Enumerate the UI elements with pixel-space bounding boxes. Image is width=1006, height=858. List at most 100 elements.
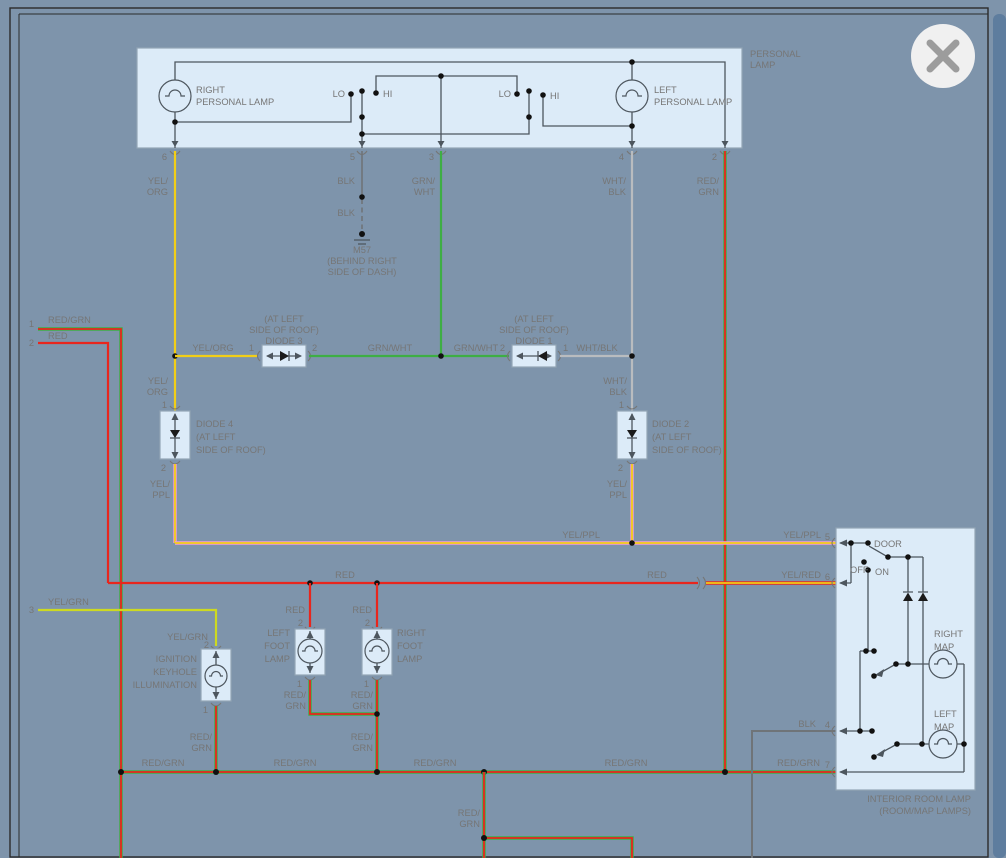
wire-label: WHT/BLK xyxy=(576,343,618,353)
circuit-number: 3 xyxy=(29,605,34,615)
junction-dot xyxy=(438,73,444,79)
vertical-scrollbar[interactable] xyxy=(993,14,1006,858)
ignition-label: KEYHOLE xyxy=(153,667,197,677)
diode1-location: SIDE OF ROOF) xyxy=(499,325,569,335)
interior-room-lamp-caption: (ROOM/MAP LAMPS) xyxy=(879,806,971,816)
personal-lamp-box-label: LAMP xyxy=(750,60,775,70)
junction-dot xyxy=(526,88,532,94)
pin-number: 3 xyxy=(429,152,434,162)
left-map-label: MAP xyxy=(934,722,954,732)
ground-symbol xyxy=(359,231,365,237)
right-foot-label: LAMP xyxy=(397,654,422,664)
circuit-number: 1 xyxy=(29,319,34,329)
junction-dot xyxy=(629,123,635,129)
junction-dot xyxy=(118,769,124,775)
diode2-location: SIDE OF ROOF) xyxy=(652,445,722,455)
wire-label: GRN xyxy=(459,819,480,829)
wire-label: RED/GRN xyxy=(274,758,317,768)
pin-number: 1 xyxy=(619,400,624,410)
diode3-location: SIDE OF ROOF) xyxy=(249,325,319,335)
left-personal-lamp-label: PERSONAL LAMP xyxy=(654,97,732,107)
wire-label: GRN/WHT xyxy=(454,343,499,353)
wire-label: YEL/PPL xyxy=(562,530,600,540)
wire-label: YEL/ORG xyxy=(192,343,233,353)
junction-dot xyxy=(905,554,911,560)
ground-location: SIDE OF DASH) xyxy=(328,267,397,277)
pin-number: 2 xyxy=(298,618,303,628)
junction-dot xyxy=(540,92,546,98)
pin-number: 5 xyxy=(350,152,355,162)
junction-dot xyxy=(374,769,380,775)
junction-dot xyxy=(629,59,635,65)
wire-label: YEL/ xyxy=(150,479,171,489)
wire-label: WHT/ xyxy=(603,376,627,386)
wire-label: RED/ xyxy=(351,732,374,742)
wire-label: PPL xyxy=(152,490,170,500)
junction-dot xyxy=(869,728,875,734)
left-foot-label: LAMP xyxy=(265,654,290,664)
right-foot-label: RIGHT xyxy=(397,628,426,638)
wire-label: GRN xyxy=(698,187,719,197)
junction-dot xyxy=(871,673,877,679)
wire-label: RED/ xyxy=(697,176,720,186)
wire-label: GRN/WHT xyxy=(368,343,413,353)
off-contact xyxy=(861,559,867,565)
wire-label: BLK xyxy=(337,176,355,186)
junction-dot xyxy=(526,114,532,120)
wire-label: RED/GRN xyxy=(605,758,648,768)
pin-number: 1 xyxy=(364,679,369,689)
junction-dot xyxy=(885,554,891,560)
pin-number: 2 xyxy=(500,343,505,353)
pin-number: 2 xyxy=(712,152,717,162)
wire-label: RED/ xyxy=(351,690,374,700)
left-foot-label: LEFT xyxy=(267,628,290,638)
wire-label: RED xyxy=(335,570,355,580)
junction-dot xyxy=(481,835,487,841)
wire-label: YEL/GRN xyxy=(167,632,208,642)
wire-label: YEL/ xyxy=(607,479,628,489)
junction-dot xyxy=(213,769,219,775)
ground-location: (BEHIND RIGHT xyxy=(327,256,397,266)
junction-dot xyxy=(438,353,444,359)
pin-number: 7 xyxy=(825,760,830,770)
pin-number: 2 xyxy=(365,618,370,628)
pin-number: 1 xyxy=(203,705,208,715)
wire-label: ORG xyxy=(147,387,168,397)
diode2-location: (AT LEFT xyxy=(652,432,692,442)
junction-dot xyxy=(722,769,728,775)
pin-number: 1 xyxy=(162,400,167,410)
wire-label: RED xyxy=(352,605,372,615)
pin-number: 2 xyxy=(618,463,623,473)
wire-label: GRN xyxy=(352,701,373,711)
ignition-label: IGNITION xyxy=(156,654,197,664)
junction-dot xyxy=(348,91,354,97)
wire-label: YEL/RED xyxy=(781,570,821,580)
pin-number: 6 xyxy=(825,572,830,582)
diode1-location: (AT LEFT xyxy=(514,314,554,324)
switch1-lo-label: LO xyxy=(333,89,345,99)
junction-dot xyxy=(857,728,863,734)
right-personal-lamp-label: RIGHT xyxy=(196,85,225,95)
diode4-location: SIDE OF ROOF) xyxy=(196,445,266,455)
pin-number: 4 xyxy=(619,152,624,162)
junction-dot xyxy=(848,540,854,546)
circuit-number: 2 xyxy=(29,338,34,348)
switch-position-off: OFF xyxy=(850,565,869,575)
diode4-location: (AT LEFT xyxy=(196,432,236,442)
door-contact xyxy=(865,540,871,546)
wire-label: BLK xyxy=(609,387,627,397)
wire-label: RED/ xyxy=(458,808,481,818)
switch-position-door: DOOR xyxy=(874,539,902,549)
wire-label: GRN/ xyxy=(412,176,436,186)
close-button[interactable] xyxy=(911,24,975,88)
junction-dot xyxy=(863,648,869,654)
junction-dot xyxy=(514,91,520,97)
interior-room-lamp-caption: INTERIOR ROOM LAMP xyxy=(867,794,971,804)
junction-dot xyxy=(359,88,365,94)
wire-label: YEL/PPL xyxy=(783,530,821,540)
wire-label: GRN xyxy=(352,743,373,753)
wire-label: PPL xyxy=(609,490,627,500)
diode3-location: (AT LEFT xyxy=(264,314,304,324)
wire-label: RED/ xyxy=(190,732,213,742)
junction-dot xyxy=(374,711,380,717)
